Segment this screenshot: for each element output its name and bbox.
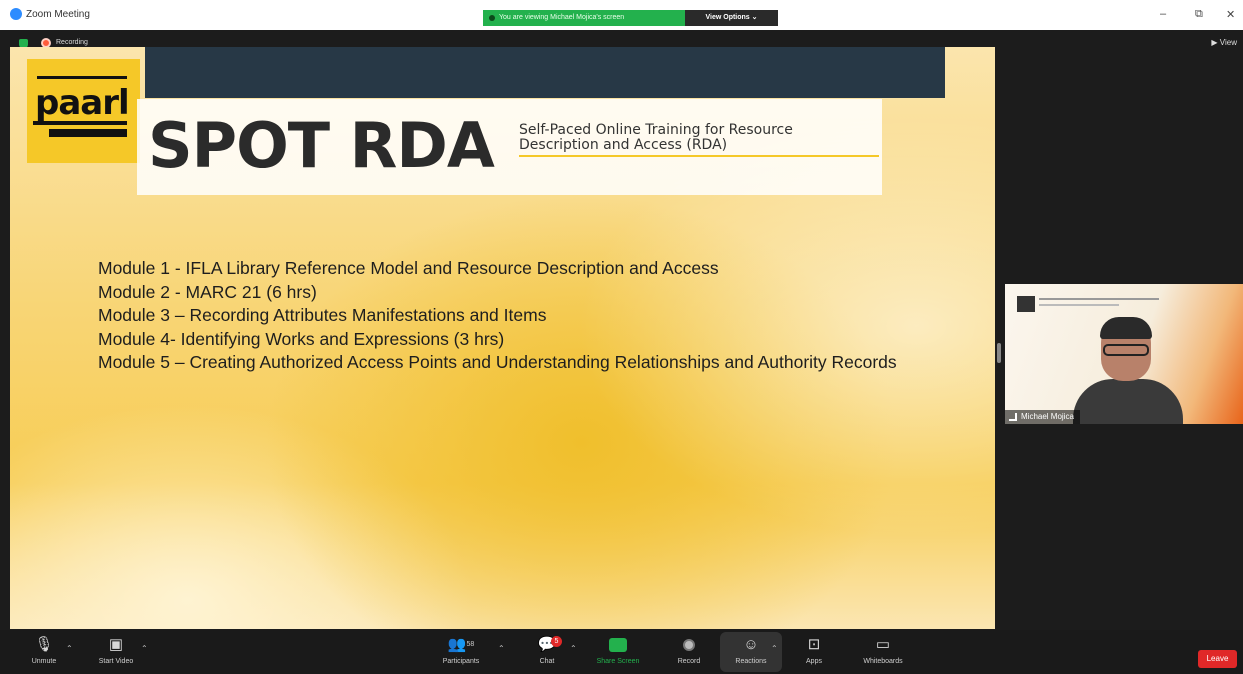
chat-unread-badge: 5 [551,636,562,647]
whiteboards-button[interactable]: ▭ Whiteboards [853,634,913,668]
reactions-chevron-icon[interactable]: ⌃ [771,644,778,653]
shared-screen-slide: paarl SPOT RDA Self-Paced Online Trainin… [10,47,995,629]
logo-bottom-line [33,121,127,125]
module-list: Module 1 - IFLA Library Reference Model … [98,257,978,375]
record-label: Record [677,658,701,665]
zoom-app-icon [10,8,22,20]
participant-body [1073,379,1183,424]
viewing-screen-banner: You are viewing Michael Mojica's screen [483,10,685,26]
recording-label: Recording [56,39,88,46]
slide-subtitle: Self-Paced Online Training for Resource … [519,122,793,153]
participant-name-label: Michael Mojica [1005,410,1080,424]
start-video-button[interactable]: ▣ Start Video [86,634,146,668]
background-text [1039,298,1159,300]
whiteboard-icon: ▭ [875,636,891,653]
apps-label: Apps [806,658,822,665]
record-icon [683,639,695,651]
paarl-logo: paarl [27,59,140,163]
participant-glasses [1103,344,1149,356]
module-item: Module 4- Identifying Works and Expressi… [98,328,505,349]
slide-header-bar [145,47,945,98]
logo-text: paarl [35,83,130,123]
module-item: Module 1 - IFLA Library Reference Model … [98,258,719,278]
share-screen-button[interactable]: Share Screen [588,634,648,668]
mic-muted-icon: 🎙 [34,636,54,653]
window-title: Zoom Meeting [26,9,90,20]
participants-chevron-icon[interactable]: ⌃ [498,644,505,653]
video-options-chevron-icon[interactable]: ⌃ [141,644,148,653]
share-screen-icon [609,638,627,652]
chat-label: Chat [539,658,555,665]
view-label: View [1219,38,1237,47]
share-screen-label: Share Screen [596,658,640,665]
record-icon-wrap [659,634,719,656]
module-item: Module 3 – Recording Attributes Manifest… [98,305,547,325]
participants-label: Participants [442,658,480,665]
unmute-button[interactable]: 🎙 Unmute [14,634,74,668]
module-item: Module 2 - MARC 21 (6 hrs) [98,281,317,302]
chat-icon: 💬 [537,636,557,653]
leave-button[interactable]: Leave [1198,650,1237,668]
viewing-banner-label: You are viewing Michael Mojica's screen [499,14,625,21]
title-bar: Zoom Meeting You are viewing Michael Moj… [0,0,1243,30]
participant-hair [1100,317,1152,339]
logo-bar [49,129,127,137]
participants-button[interactable]: 👥58 Participants [431,634,491,668]
apps-icon: ⊡ [807,636,821,653]
video-off-icon: ▣ [108,636,124,653]
background-text [1039,304,1119,306]
participant-video-tile[interactable]: Michael Mojica [1005,284,1243,424]
participant-name: Michael Mojica [1021,412,1074,421]
logo-top-line [37,76,127,79]
connection-signal-icon [1009,413,1017,421]
close-icon[interactable]: ✕ [1226,8,1235,21]
record-button[interactable]: Record [659,634,719,668]
whiteboards-label: Whiteboards [863,658,903,665]
minimize-icon[interactable]: – [1160,8,1166,20]
subtitle-underline [519,155,879,157]
restore-icon[interactable]: ⧉ [1195,8,1203,21]
meeting-toolbar: 🎙 Unmute ⌃ ▣ Start Video ⌃ 👥58 Participa… [0,630,1243,674]
view-options-button[interactable]: View Options ⌄ [685,10,778,26]
share-screen-icon-wrap [588,634,648,656]
module-item: Module 5 – Creating Authorized Access Po… [98,352,897,372]
participants-icon: 👥58 [447,636,475,653]
chat-chevron-icon[interactable]: ⌃ [570,644,577,653]
unmute-label: Unmute [31,658,57,665]
audio-options-chevron-icon[interactable]: ⌃ [66,644,73,653]
slide-title: SPOT RDA [148,109,495,182]
participants-count: 58 [466,641,475,648]
panel-splitter-handle[interactable] [997,343,1001,363]
chat-button[interactable]: 💬 5 Chat [517,634,577,668]
screen-share-indicator-icon [489,15,495,21]
view-button[interactable]: ▶ View [1211,38,1237,47]
start-video-label: Start Video [98,658,134,665]
apps-button[interactable]: ⊡ Apps [784,634,844,668]
reactions-label: Reactions [735,658,767,665]
background-logo [1017,296,1035,312]
